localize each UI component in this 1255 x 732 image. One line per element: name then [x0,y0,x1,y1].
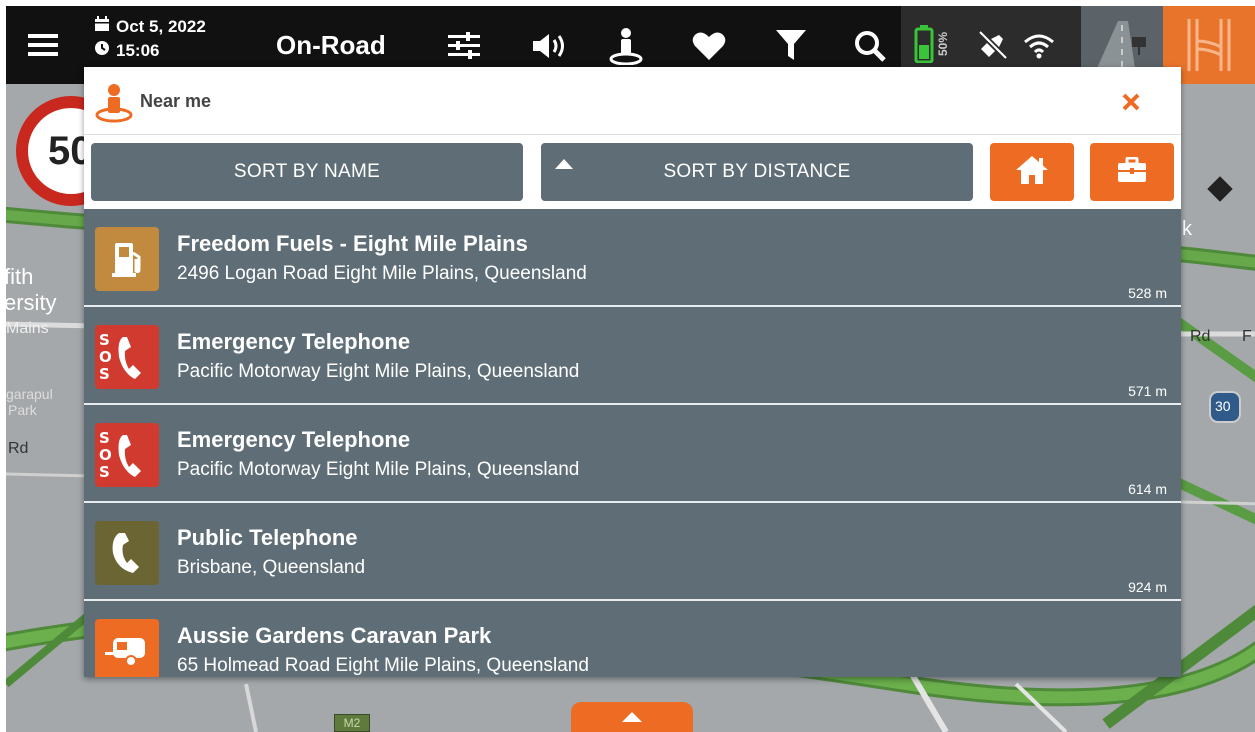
map-label: Rd [8,440,29,457]
map-label: Park [8,402,37,418]
home-icon [1015,155,1049,190]
near-me-icon [94,83,134,123]
gps-off-icon [974,28,1010,64]
poi-distance: 571 m [1128,383,1167,399]
battery-icon [913,24,935,64]
map-label: k [1182,218,1192,240]
poi-list[interactable]: Freedom Fuels - Eight Mile Plains 2496 L… [84,209,1181,677]
clock-icon [94,40,110,62]
menu-icon[interactable] [26,28,60,62]
phone-icon [95,521,159,585]
sos-phone-icon: SOS [95,325,159,389]
work-button[interactable] [1090,143,1174,201]
sort-by-distance-label: SORT BY DISTANCE [663,161,851,182]
poi-distance: 614 m [1128,481,1167,497]
poi-name: Aussie Gardens Caravan Park [177,623,492,648]
m2-shield: M2 [334,714,370,732]
map-label: F [1242,328,1252,345]
poi-distance: 924 m [1128,579,1167,595]
list-item[interactable]: Public Telephone Brisbane, Queensland 92… [84,503,1181,601]
poi-address: Pacific Motorway Eight Mile Plains, Quee… [177,361,580,382]
svg-text:S: S [99,331,110,349]
date-label: Oct 5, 2022 [116,17,206,36]
heart-icon[interactable] [690,28,728,64]
mode-label[interactable]: On-Road [276,30,386,61]
filter-icon[interactable] [774,28,808,64]
map-label: Mains [6,320,49,337]
dialog-title: Near me [140,91,212,111]
poi-name: Freedom Fuels - Eight Mile Plains [177,231,528,256]
sort-by-distance-button[interactable]: SORT BY DISTANCE [541,143,973,201]
poi-address: Pacific Motorway Eight Mile Plains, Quee… [177,459,580,480]
sos-phone-icon: SOS [95,423,159,487]
sort-by-name-label: SORT BY NAME [233,161,381,182]
list-item[interactable]: Freedom Fuels - Eight Mile Plains 2496 L… [84,209,1181,307]
date-time: Oct 5, 2022 15:06 [94,16,254,62]
sort-ascending-icon [555,159,573,169]
fuel-icon [95,227,159,291]
time-label: 15:06 [116,41,160,60]
close-icon[interactable] [1116,87,1146,117]
dialog-header: Near me [84,67,1181,135]
svg-text:O: O [99,446,112,464]
calendar-icon [94,16,110,38]
chevron-up-icon [622,712,642,722]
map-label: ersity [6,290,57,315]
caravan-icon [95,619,159,677]
poi-address: 65 Holmead Road Eight Mile Plains, Queen… [177,655,589,676]
map-label: Rd [1190,328,1211,345]
map-label: garapul [6,386,53,402]
near-me-dialog: Near me SORT BY NAME SORT BY DISTANCE Fr… [84,67,1181,677]
svg-text:S: S [99,365,110,383]
search-icon[interactable] [852,28,888,64]
svg-text:S: S [99,429,110,447]
volume-icon[interactable] [530,28,570,64]
list-item[interactable]: SOS Emergency Telephone Pacific Motorway… [84,405,1181,503]
poi-address: Brisbane, Queensland [177,557,366,578]
poi-name: Emergency Telephone [177,427,411,452]
battery-percent: 50% [936,31,950,57]
list-item[interactable]: SOS Emergency Telephone Pacific Motorway… [84,307,1181,405]
wifi-icon [1021,28,1057,64]
sort-by-name-button[interactable]: SORT BY NAME [91,143,523,201]
poi-distance: 528 m [1128,285,1167,301]
list-item[interactable]: Aussie Gardens Caravan Park 65 Holmead R… [84,601,1181,677]
route-shield: 30 [1215,398,1231,414]
poi-address: 2496 Logan Road Eight Mile Plains, Queen… [177,263,587,284]
svg-text:O: O [99,348,112,366]
near-me-icon[interactable] [608,26,644,66]
poi-name: Public Telephone [177,525,358,550]
sliders-icon[interactable] [446,28,482,64]
poi-name: Emergency Telephone [177,329,411,354]
briefcase-icon [1117,156,1147,188]
map-label: fith [6,264,34,289]
home-button[interactable] [990,143,1074,201]
svg-text:S: S [99,463,110,481]
pull-up-tab[interactable] [571,702,693,732]
